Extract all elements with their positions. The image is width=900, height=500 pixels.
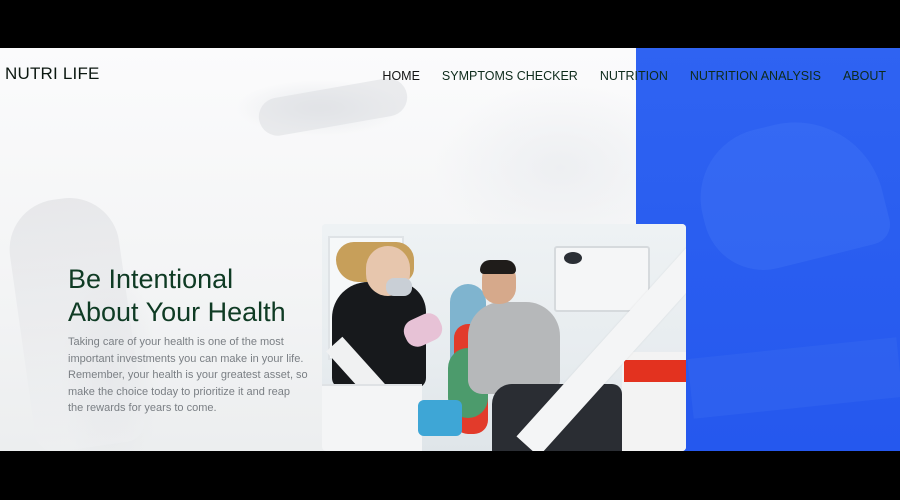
photo-cabinet-stripe	[624, 360, 686, 382]
photo-lamp	[564, 252, 582, 264]
site-logo[interactable]: NUTRI LIFE	[5, 64, 100, 84]
photo-patient	[468, 302, 560, 394]
nav-nutrition-analysis[interactable]: NUTRITION ANALYSIS	[690, 69, 821, 83]
nav-home[interactable]: HOME	[382, 69, 420, 83]
photo-patient-hair	[480, 260, 516, 274]
photo-instrument	[418, 400, 462, 436]
nav-symptoms-checker[interactable]: SYMPTOMS CHECKER	[442, 69, 578, 83]
hero-title: Be Intentional About Your Health	[68, 263, 286, 329]
hero-title-line-1: Be Intentional	[68, 264, 234, 294]
nav-nutrition[interactable]: NUTRITION	[600, 69, 668, 83]
main-navigation: HOME SYMPTOMS CHECKER NUTRITION NUTRITIO…	[382, 69, 886, 83]
nav-about[interactable]: ABOUT	[843, 69, 886, 83]
hero-description: Taking care of your health is one of the…	[68, 336, 308, 415]
photo-instrument-tray	[322, 384, 422, 451]
hero-title-line-2: About Your Health	[68, 297, 286, 327]
hero-photo-dentist-and-patient	[322, 224, 686, 451]
photo-dentist-mask	[386, 278, 412, 296]
